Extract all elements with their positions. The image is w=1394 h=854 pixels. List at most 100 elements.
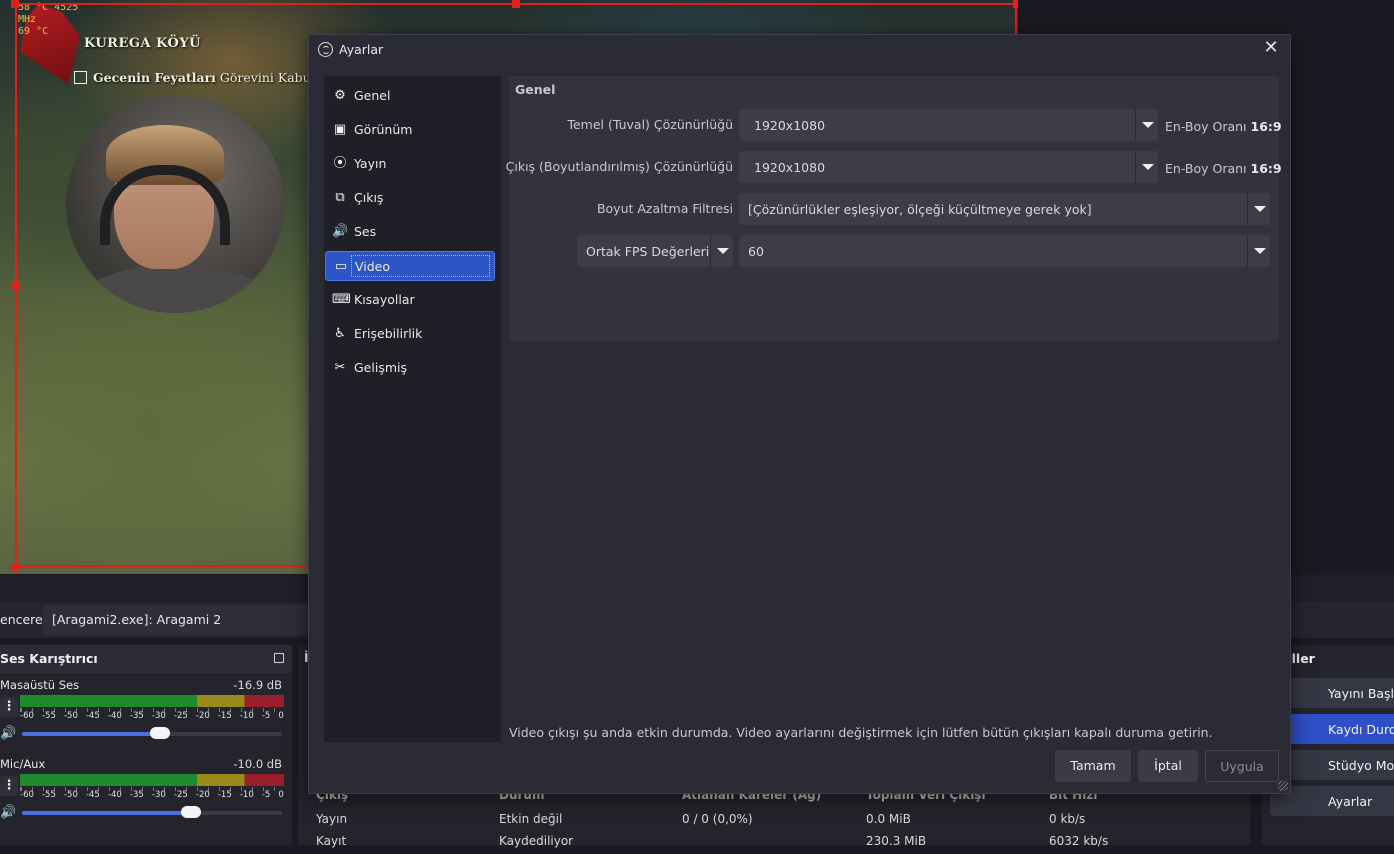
sidebar-item-label: Kısayollar	[354, 292, 415, 307]
cancel-button[interactable]: İptal	[1138, 750, 1198, 782]
base-aspect-ratio: En-Boy Oranı 16:9	[1165, 119, 1282, 134]
meter-scale-label: -10	[239, 711, 254, 721]
meter-scale-label: -50	[63, 790, 78, 800]
fps-type-select[interactable]: Ortak FPS Değerleri	[577, 235, 733, 267]
appearance-icon: ▣	[333, 122, 347, 137]
aspect-value: 16:9	[1250, 161, 1282, 176]
resize-handle[interactable]	[11, 563, 19, 571]
volume-fill	[22, 732, 160, 736]
volume-knob[interactable]	[181, 806, 201, 818]
sidebar-item-appearance[interactable]: ▣ Görünüm	[325, 115, 495, 145]
sidebar-item-video[interactable]: ▭ Video	[325, 251, 495, 281]
volume-slider[interactable]	[22, 806, 282, 818]
meter-scale-label: -30	[151, 711, 166, 721]
output-resolution-select[interactable]: 1920x1080	[739, 151, 1158, 183]
chevron-down-icon[interactable]	[710, 235, 733, 267]
chevron-down-icon[interactable]	[1135, 109, 1158, 141]
sidebar-item-advanced[interactable]: ✂ Gelişmiş	[325, 353, 495, 383]
chevron-down-icon[interactable]	[1247, 235, 1270, 267]
gear-icon: ⚙	[334, 88, 346, 103]
ok-button[interactable]: Tamam	[1055, 750, 1131, 782]
cell: 0 kb/s	[1049, 812, 1086, 826]
sidebar-item-general[interactable]: ⚙ Genel	[325, 81, 495, 111]
volume-knob[interactable]	[149, 727, 170, 739]
output-resolution-label: Çıkış (Boyutlandırılmış) Çözünürlüğü	[505, 159, 733, 174]
meter-scale: -60 -55 -50 -45 -40 -35 -30 -25 -20 -15 -10 -5 0	[20, 711, 284, 725]
obs-logo-icon	[318, 42, 333, 57]
base-resolution-select[interactable]: 1920x1080	[739, 109, 1158, 141]
channel-name: Mic/Aux	[0, 757, 46, 771]
window-select[interactable]: [Aragami2.exe]: Aragami 2	[43, 605, 313, 635]
meter-scale-label: -10	[239, 790, 254, 800]
sidebar-item-accessibility[interactable]: ♿ Erişebilirlik	[325, 319, 495, 349]
fps-value: 60	[748, 244, 764, 259]
aspect-value: 16:9	[1250, 119, 1282, 134]
meter-scale-label: -20	[195, 790, 210, 800]
output-icon: ⧉	[335, 190, 345, 205]
sidebar-item-label: Çıkış	[354, 190, 384, 205]
speaker-icon[interactable]: 🔊	[0, 804, 18, 822]
settings-sidebar: ⚙ Genel ▣ Görünüm ⦿ Yayın ⧉ Çıkış 🔊 Ses ▭ Vide…	[324, 76, 501, 742]
volume-slider[interactable]	[22, 727, 282, 739]
meter-scale-label: -5	[261, 790, 271, 800]
meter-scale-label: -20	[195, 711, 210, 721]
output-active-warning: Video çıkışı şu anda etkin durumda. Vide…	[509, 725, 1213, 740]
meter-scale-label: -15	[217, 711, 232, 721]
speaker-icon: 🔊	[332, 224, 349, 239]
cell: 0 / 0 (0,0%)	[682, 812, 753, 826]
sidebar-item-label: Ses	[354, 224, 377, 239]
downscale-filter-select[interactable]: [Çözünürlükler eşleşiyor, ölçeği küçültm…	[739, 193, 1270, 225]
cell: Kaydediliyor	[499, 834, 574, 848]
fps-value-select[interactable]: 60	[739, 235, 1270, 267]
monitor-icon: ▭	[334, 259, 348, 274]
volume-meter	[20, 774, 284, 786]
cell: 6032 kb/s	[1049, 834, 1109, 848]
settings-dialog: Ayarlar ✕ ⚙ Genel ▣ Görünüm ⦿ Yayın ⧉ Çıkış …	[308, 34, 1291, 794]
table-row: Yayın Etkin değil 0 / 0 (0,0%) 0.0 MiB 0…	[308, 812, 1238, 832]
channel-db: -16.9 dB	[233, 678, 282, 692]
sidebar-item-hotkeys[interactable]: ⌨ Kısayollar	[325, 285, 495, 315]
volume-fill	[22, 811, 191, 815]
channel-menu-button[interactable]: ⋮	[0, 697, 18, 717]
fps-type-value: Ortak FPS Değerleri	[586, 244, 710, 259]
tools-icon: ✂	[334, 360, 346, 375]
channel-db: -10.0 dB	[233, 757, 282, 771]
video-general-group: Genel Temel (Tuval) Çözünürlüğü 1920x108…	[505, 76, 1282, 341]
meter-scale-label: -55	[41, 790, 56, 800]
meter-scale-label: -40	[107, 790, 122, 800]
resize-handle[interactable]	[11, 0, 19, 8]
resize-handle[interactable]	[512, 0, 520, 8]
meter-scale-label: -35	[129, 790, 144, 800]
sidebar-item-output[interactable]: ⧉ Çıkış	[325, 183, 495, 213]
meter-scale-label: -45	[85, 790, 100, 800]
resize-handle[interactable]	[1013, 0, 1018, 8]
cell: 230.3 MiB	[866, 834, 927, 848]
chevron-down-icon[interactable]	[1247, 193, 1270, 225]
meter-scale-label: -30	[151, 790, 166, 800]
keyboard-icon: ⌨	[332, 292, 351, 307]
meter-scale-label: -35	[129, 711, 144, 721]
sidebar-item-label: Gelişmiş	[354, 360, 407, 375]
chevron-down-icon[interactable]	[1135, 151, 1158, 183]
cell: Kayıt	[316, 834, 347, 848]
apply-button[interactable]: Uygula	[1205, 750, 1279, 782]
aspect-label: En-Boy Oranı	[1165, 161, 1251, 176]
resize-grip-icon[interactable]	[1278, 781, 1288, 791]
group-title: Genel	[515, 82, 556, 97]
output-aspect-ratio: En-Boy Oranı 16:9	[1165, 161, 1282, 176]
meter-scale-label: 0	[278, 711, 284, 721]
channel-menu-button[interactable]: ⋮	[0, 776, 18, 796]
speaker-icon[interactable]: 🔊	[0, 725, 18, 743]
downscale-filter-label: Boyut Azaltma Filtresi	[596, 201, 733, 216]
resize-handle[interactable]	[11, 281, 19, 289]
sidebar-item-label: Erişebilirlik	[354, 326, 423, 341]
table-row: Kayıt Kaydediliyor 230.3 MiB 6032 kb/s	[308, 834, 1238, 854]
sidebar-item-audio[interactable]: 🔊 Ses	[325, 217, 495, 247]
meter-scale-label: -45	[85, 711, 100, 721]
sidebar-item-stream[interactable]: ⦿ Yayın	[325, 149, 495, 179]
window-label: encere	[0, 612, 43, 627]
meter-scale-label: -60	[20, 711, 34, 721]
close-icon[interactable]: ✕	[1262, 38, 1280, 58]
base-resolution-value: 1920x1080	[754, 118, 826, 133]
undock-icon[interactable]	[274, 653, 284, 663]
